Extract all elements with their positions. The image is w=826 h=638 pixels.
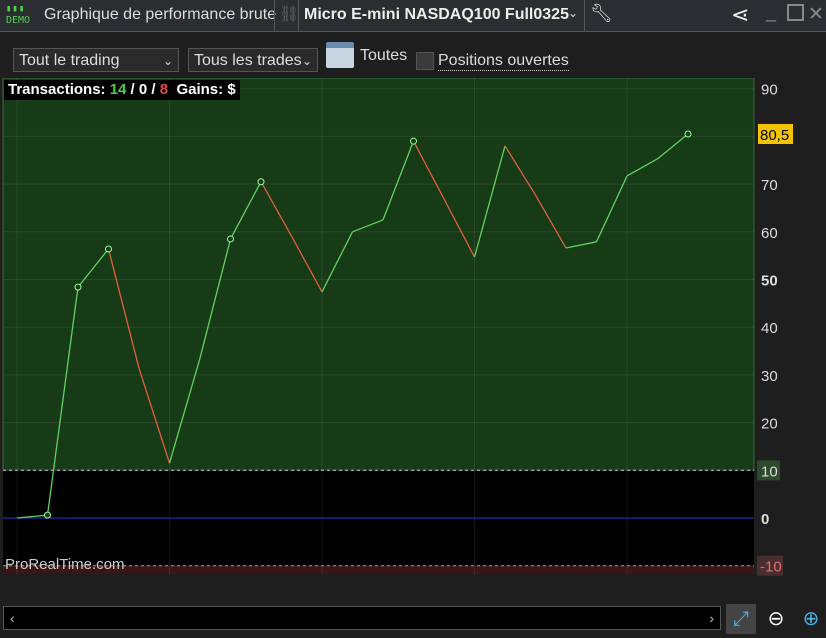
performance-chart: 908070605040302000510152010-1080,5: [2, 78, 793, 576]
auto-zoom-button[interactable]: ⤢: [726, 604, 756, 634]
watermark: ProRealTime.com: [5, 556, 125, 573]
scope-select[interactable]: Tout le trading ⌄: [13, 48, 179, 72]
trade-marker: [257, 178, 265, 186]
horizontal-scrollbar[interactable]: ‹ ›: [3, 606, 721, 630]
gains-label: Gains:: [176, 81, 224, 98]
chevron-down-icon: ⌄: [301, 54, 312, 68]
period-label[interactable]: Toutes: [360, 47, 407, 65]
share-icon[interactable]: ⋖: [731, 2, 749, 28]
chevron-down-icon[interactable]: ⌄: [568, 6, 578, 20]
y-tick-label: 70: [761, 177, 778, 194]
trade-marker: [44, 511, 51, 519]
y-tick-label: 20: [761, 416, 778, 433]
lower-threshold-label: -10: [760, 559, 782, 576]
gains-unit: $: [227, 81, 236, 98]
open-positions-label[interactable]: Positions ouvertes: [438, 52, 569, 71]
y-tick-label: 90: [761, 82, 778, 99]
transactions-label: Transactions:: [8, 81, 106, 98]
trade-marker: [105, 245, 112, 253]
demo-logo: ▮▮▮ DEMO: [6, 4, 31, 26]
title-bar: ▮▮▮ DEMO Graphique de performance brute ⛓…: [0, 0, 826, 32]
trade-marker: [74, 283, 82, 291]
close-icon[interactable]: ✕: [808, 3, 824, 26]
wrench-icon[interactable]: 🔧︎: [590, 3, 613, 24]
y-tick-label: 0: [761, 511, 769, 528]
scroll-right-arrow[interactable]: ›: [709, 610, 714, 626]
trade-marker: [684, 130, 692, 138]
stats-box: Transactions: 14 / 0 / 8 Gains: $: [4, 80, 240, 100]
neutral-count: 0: [138, 81, 148, 98]
upper-threshold-label: 10: [761, 463, 778, 480]
calendar-icon[interactable]: [326, 42, 354, 68]
wins-count: 14: [109, 81, 127, 98]
link-icon[interactable]: ⛓: [279, 4, 299, 24]
y-tick-label: 30: [761, 368, 778, 385]
minimize-icon[interactable]: _: [766, 2, 776, 23]
open-positions-checkbox[interactable]: [416, 52, 434, 70]
zoom-out-icon[interactable]: ⊖: [761, 604, 791, 634]
y-tick-label: 50: [761, 273, 778, 290]
zoom-in-icon[interactable]: ⊕: [796, 604, 826, 634]
last-value-label: 80,5: [760, 127, 789, 144]
y-tick-label: 40: [761, 320, 778, 337]
trade-marker: [410, 137, 417, 145]
trades-select[interactable]: Tous les trades ⌄: [188, 48, 318, 72]
instrument-selector[interactable]: Micro E-mini NASDAQ100 Full0325: [304, 6, 569, 24]
chevron-down-icon: ⌄: [162, 54, 173, 68]
scroll-left-arrow[interactable]: ‹: [10, 610, 15, 626]
maximize-icon[interactable]: [787, 4, 804, 21]
y-tick-label: 60: [761, 225, 778, 242]
losses-count: 8: [159, 81, 169, 98]
window-title: Graphique de performance brute: [44, 6, 277, 23]
trade-marker: [227, 235, 234, 243]
